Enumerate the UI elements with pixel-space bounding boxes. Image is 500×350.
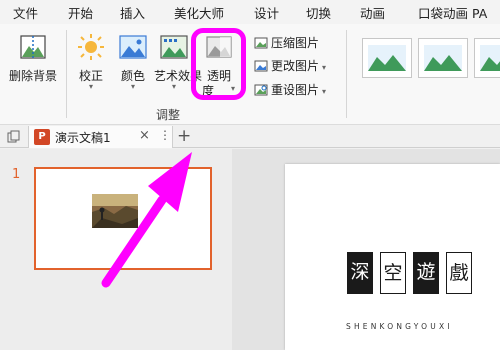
magenta-pointer-arrow-icon (101, 152, 192, 288)
